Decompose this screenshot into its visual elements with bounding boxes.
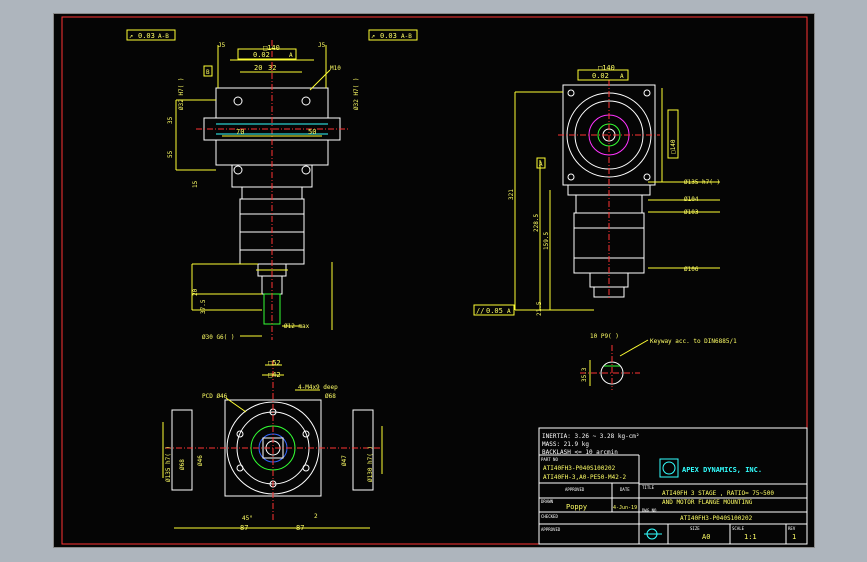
runout-symbol-right: ↗ [371, 32, 375, 40]
dim-20b: 20 [192, 288, 199, 296]
side-dim-phi104: Ø104 [684, 196, 699, 203]
flange-dim-phi68: Ø68 [325, 393, 336, 400]
size-value: A0 [702, 533, 710, 541]
label-approved-2: APPROVED [541, 527, 561, 532]
dim-15: 15 [192, 180, 199, 188]
flange-dim-sq52: □52 [268, 359, 281, 367]
flange-dim-m4: 4-M4x9 deep [298, 384, 338, 391]
dim-70: 70 [236, 128, 244, 136]
flange-dim-pcd: PCD Ø46 [202, 393, 228, 400]
cad-drawing: 0.03 A-B ↗ ↗ 0.03 A-B □140 0.02 A J5 J5 … [61, 16, 808, 545]
drawn-date: 4-Jun-19 [613, 505, 637, 511]
side-dim-vert-140: □140 [670, 139, 677, 154]
side-dim-perp-ref: A [620, 73, 624, 80]
dim-phi30: Ø30 G6( ) [202, 334, 235, 341]
label-checked: CHECKED [541, 514, 558, 519]
flange-dim-45deg: 45° [242, 515, 253, 522]
side-dim-228-5: 228.5 [533, 214, 540, 232]
flange-dim-phi135: Ø135 h7( ) [165, 446, 172, 482]
side-dim-perp: 0.02 [592, 72, 609, 80]
note-backlash: BACKLASH <= 10 arcmin [542, 449, 618, 456]
label-date: DATE [620, 487, 630, 492]
flange-dim-87-left: 87 [240, 524, 248, 532]
title-line-1: ATI40FH 3 STAGE , RATIO= 75~500 [662, 490, 774, 497]
label-size: SIZE [690, 526, 700, 531]
dim-phi12: Ø12 max [284, 323, 310, 330]
dim-20: 20 [254, 64, 262, 72]
keyway-detail [580, 339, 649, 390]
scale-value: 1:1 [744, 533, 757, 541]
note-inertia: INERTIA: 3.26 ~ 3.28 kg-cm² [542, 433, 640, 440]
dim-phi32-right: Ø32 H7( ) [353, 77, 360, 110]
flange-view [162, 360, 383, 529]
front-view [126, 29, 418, 340]
keyway-dim-10p9: 10 P9( ) [590, 333, 619, 340]
side-dim-phi106: Ø106 [684, 266, 699, 273]
drawing-border [61, 16, 808, 545]
flange-dim-87-right: 87 [296, 524, 304, 532]
side-dim-159-5: 159.5 [543, 232, 550, 250]
label-dwg-no: DWG NO [642, 508, 657, 513]
keyway-note: Keyway acc. to DIN6885/1 [650, 338, 737, 345]
label-approved: APPROVED [565, 487, 585, 492]
tol-value-right: 0.03 [380, 32, 397, 40]
dim-j5-left: J5 [218, 42, 226, 49]
flange-dim-sq42: □42 [268, 371, 281, 379]
dim-55: 55 [167, 150, 174, 158]
title-line-2: AND MOTOR FLANGE MOUNTING [662, 499, 753, 506]
side-dim-321: 321 [508, 189, 515, 200]
side-dim-phi135: Ø135 h7( ) [684, 179, 720, 186]
label-rev: REV [788, 526, 796, 531]
dim-perp-ref: A [289, 52, 293, 59]
rev-value: 1 [792, 533, 796, 541]
parallel-symbol: // [476, 307, 484, 315]
flange-dim-phi46: Ø46 [197, 455, 204, 466]
flange-dim-2: 2 [314, 513, 318, 520]
tol-ref-left: A-B [158, 33, 169, 40]
dim-32: 32 [268, 64, 276, 72]
dim-37-5: 37.5 [200, 299, 207, 314]
label-scale: SCALE [732, 526, 745, 531]
tol-value-left: 0.03 [138, 32, 155, 40]
part-no-2: ATI40FH-3,A0-PE50-M42-2 [543, 474, 626, 481]
dim-35: 35 [167, 116, 174, 124]
flange-dim-phi47: Ø47 [341, 455, 348, 466]
side-dim-square-140: □140 [598, 64, 615, 72]
side-dim-21-5: 21.5 [536, 301, 543, 316]
runout-symbol-left: ↗ [129, 32, 133, 40]
dim-m10: M10 [330, 65, 341, 72]
part-no-1: ATI40FH3-P040S100202 [543, 465, 616, 472]
label-drawn: DRAWN [541, 499, 554, 504]
label-title: TITLE [642, 485, 655, 490]
datum-a: A [539, 161, 543, 168]
note-mass: MASS: 21.9 kg [542, 441, 589, 448]
side-dim-phi103: Ø103 [684, 209, 699, 216]
company-name: APEX DYNAMICS, INC. [682, 466, 762, 474]
drawn-by: Poppy [566, 503, 587, 511]
flange-dim-phi130: Ø130 h7( ) [367, 446, 374, 482]
keyway-dim-35-3: 35.3 [581, 367, 588, 382]
dim-50: 50 [308, 128, 316, 136]
tol-ref-right: A-B [401, 33, 412, 40]
dim-perp: 0.02 [253, 51, 270, 59]
label-part-no: PART NO [541, 457, 558, 462]
side-dim-par-ref: A [507, 308, 511, 315]
dim-phi32-left: Ø32 H7( ) [178, 77, 185, 110]
dim-j5-right: J5 [318, 42, 326, 49]
side-dim-par: 0.05 [486, 307, 503, 315]
datum-b: B [206, 69, 210, 76]
dwg-no: ATI40FH3-P040S100202 [680, 515, 753, 522]
flange-dim-phi68b: Ø68 [179, 459, 186, 470]
